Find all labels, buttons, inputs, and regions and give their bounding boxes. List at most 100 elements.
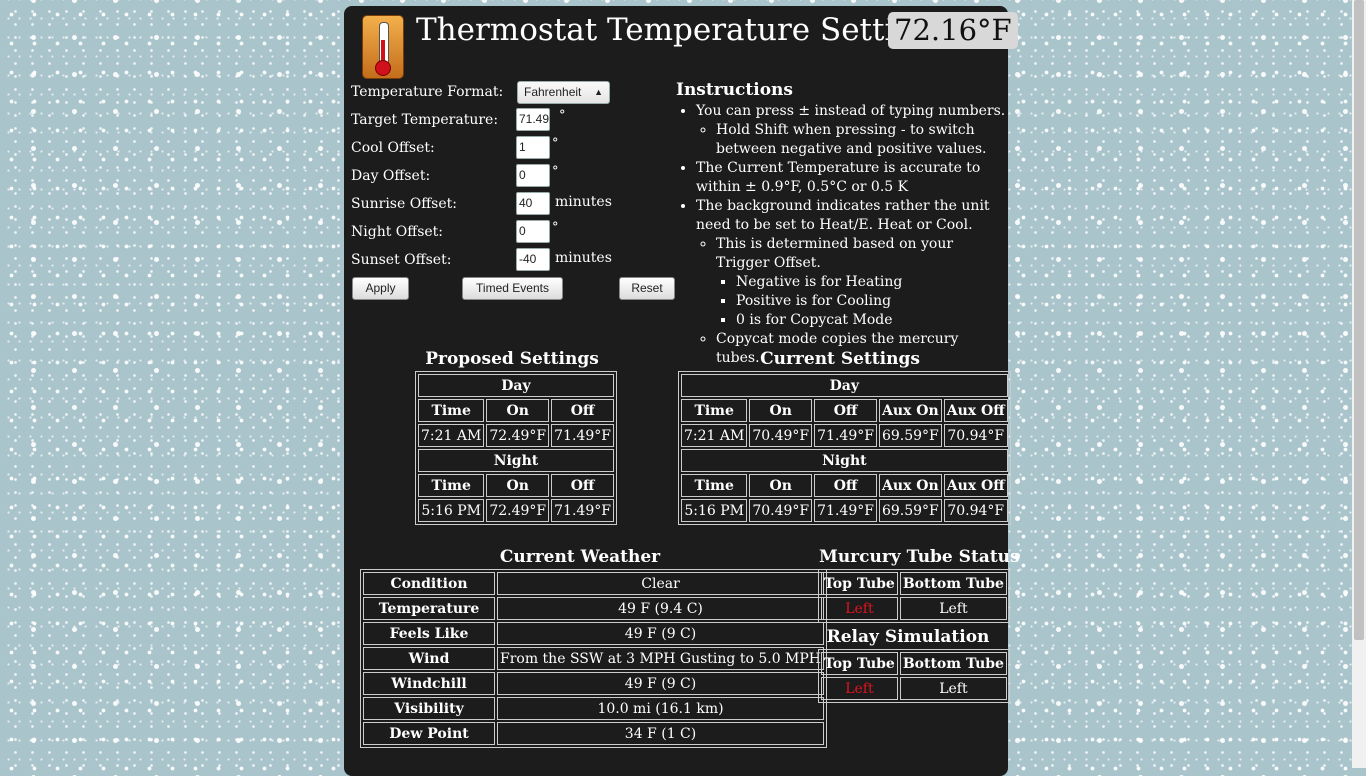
current-header: On [749, 399, 813, 422]
weather-label: Visibility [363, 697, 495, 720]
cool-offset-unit: ° [552, 136, 559, 151]
proposed-settings-title: Proposed Settings [425, 349, 599, 369]
current-night-label: Night [681, 449, 1008, 472]
cool-offset-label: Cool Offset: [351, 140, 435, 156]
tube-status-title: Murcury Tube Status [819, 547, 1020, 567]
proposed-header: Off [551, 399, 614, 422]
proposed-header: Time [418, 399, 485, 422]
relay-header: Top Tube [821, 652, 898, 675]
current-header: Off [814, 399, 877, 422]
current-day-time: 7:21 AM [681, 424, 748, 447]
current-header: Aux On [878, 474, 942, 497]
current-day-off: 71.49°F [814, 424, 877, 447]
relay-header: Bottom Tube [899, 652, 1007, 675]
sunset-offset-input[interactable]: -40 [516, 248, 550, 271]
bottom-tube-status: Left [899, 597, 1007, 620]
night-offset-unit: ° [552, 220, 559, 235]
proposed-header: Off [551, 474, 614, 497]
cool-offset-input[interactable]: 1 [516, 136, 550, 159]
tube-header: Top Tube [821, 572, 898, 595]
sunset-offset-unit: minutes [555, 250, 612, 266]
instruction-item: The Current Temperature is accurate to w… [696, 159, 1006, 197]
current-night-time: 5:16 PM [681, 499, 748, 522]
page-title: Thermostat Temperature Settings [416, 12, 951, 48]
proposed-settings-table: Day Time On Off 7:21 AM 72.49°F 71.49°F … [415, 371, 617, 525]
weather-label: Dew Point [363, 722, 495, 745]
current-settings-table: Day Time On Off Aux On Aux Off 7:21 AM 7… [678, 371, 1011, 525]
current-night-off: 71.49°F [814, 499, 877, 522]
select-arrow-icon: ▲ [594, 87, 603, 97]
instructions-title: Instructions [676, 80, 793, 100]
current-day-on: 70.49°F [749, 424, 813, 447]
sunset-offset-label: Sunset Offset: [351, 252, 452, 268]
tube-header: Bottom Tube [899, 572, 1007, 595]
current-temperature-display: 72.16°F [888, 12, 1018, 49]
proposed-night-on: 72.49°F [486, 499, 550, 522]
current-night-aux-off: 70.94°F [943, 499, 1008, 522]
night-offset-input[interactable]: 0 [516, 220, 550, 243]
instruction-subsubitem: 0 is for Copycat Mode [736, 311, 1006, 330]
current-day-aux-on: 69.59°F [878, 424, 942, 447]
proposed-day-off: 71.49°F [551, 424, 614, 447]
current-day-aux-off: 70.94°F [943, 424, 1008, 447]
current-header: Off [814, 474, 877, 497]
proposed-header: On [486, 399, 550, 422]
page-scrollbar[interactable] [1352, 0, 1366, 768]
top-tube-status: Left [821, 597, 898, 620]
target-temperature-label: Target Temperature: [351, 112, 499, 128]
weather-label: Feels Like [363, 622, 495, 645]
day-offset-input[interactable]: 0 [516, 164, 550, 187]
night-offset-label: Night Offset: [351, 224, 444, 240]
target-temperature-unit: ° [559, 108, 566, 123]
current-header: Time [681, 399, 748, 422]
temperature-format-label: Temperature Format: [351, 84, 504, 100]
weather-label: Wind [363, 647, 495, 670]
current-header: Aux Off [943, 474, 1008, 497]
weather-label: Temperature [363, 597, 495, 620]
weather-value: From the SSW at 3 MPH Gusting to 5.0 MPH [497, 647, 825, 670]
sunrise-offset-input[interactable]: 40 [516, 192, 550, 215]
sunrise-offset-unit: minutes [555, 194, 612, 210]
instruction-subitem: This is determined based on your Trigger… [716, 235, 1006, 330]
weather-value: 49 F (9.4 C) [497, 597, 825, 620]
scrollbar-thumb[interactable] [1354, 0, 1364, 640]
proposed-day-label: Day [418, 374, 614, 397]
temperature-format-select[interactable]: Fahrenheit ▲ [517, 81, 610, 104]
weather-value: 10.0 mi (16.1 km) [497, 697, 825, 720]
proposed-night-time: 5:16 PM [418, 499, 485, 522]
target-temperature-input[interactable]: 71.49 [516, 108, 550, 131]
proposed-header: Time [418, 474, 485, 497]
instruction-subitem: Hold Shift when pressing - to switch bet… [716, 121, 1006, 159]
reset-button[interactable]: Reset [619, 277, 675, 300]
proposed-night-off: 71.49°F [551, 499, 614, 522]
weather-value: 49 F (9 C) [497, 622, 825, 645]
weather-value: 34 F (1 C) [497, 722, 825, 745]
apply-button[interactable]: Apply [352, 277, 409, 300]
weather-table: Condition Clear Temperature 49 F (9.4 C) F… [360, 569, 828, 748]
timed-events-button[interactable]: Timed Events [462, 277, 563, 300]
current-header: Aux On [878, 399, 942, 422]
thermometer-icon [362, 15, 404, 79]
instruction-subsubitem: Positive is for Cooling [736, 292, 1006, 311]
current-night-on: 70.49°F [749, 499, 813, 522]
temperature-format-value: Fahrenheit [524, 85, 582, 99]
current-night-aux-on: 69.59°F [878, 499, 942, 522]
main-panel: Thermostat Temperature Settings 72.16°F … [344, 6, 1020, 776]
current-weather-title: Current Weather [499, 547, 661, 567]
weather-label: Windchill [363, 672, 495, 695]
instruction-item: The background indicates rather the unit… [696, 197, 1006, 368]
current-settings-title: Current Settings [760, 349, 920, 369]
relay-simulation-table: Top Tube Bottom Tube Left Left [818, 649, 1010, 703]
sunrise-offset-label: Sunrise Offset: [351, 196, 457, 212]
relay-top-tube: Left [821, 677, 898, 700]
current-header: Aux Off [943, 399, 1008, 422]
day-offset-label: Day Offset: [351, 168, 431, 184]
weather-value: Clear [497, 572, 825, 595]
current-header: On [749, 474, 813, 497]
proposed-day-on: 72.49°F [486, 424, 550, 447]
tube-status-table: Top Tube Bottom Tube Left Left [818, 569, 1010, 623]
weather-label: Condition [363, 572, 495, 595]
proposed-night-label: Night [418, 449, 614, 472]
instructions-panel: Instructions You can press ± instead of … [676, 79, 1006, 368]
instruction-item: You can press ± instead of typing number… [696, 102, 1006, 159]
